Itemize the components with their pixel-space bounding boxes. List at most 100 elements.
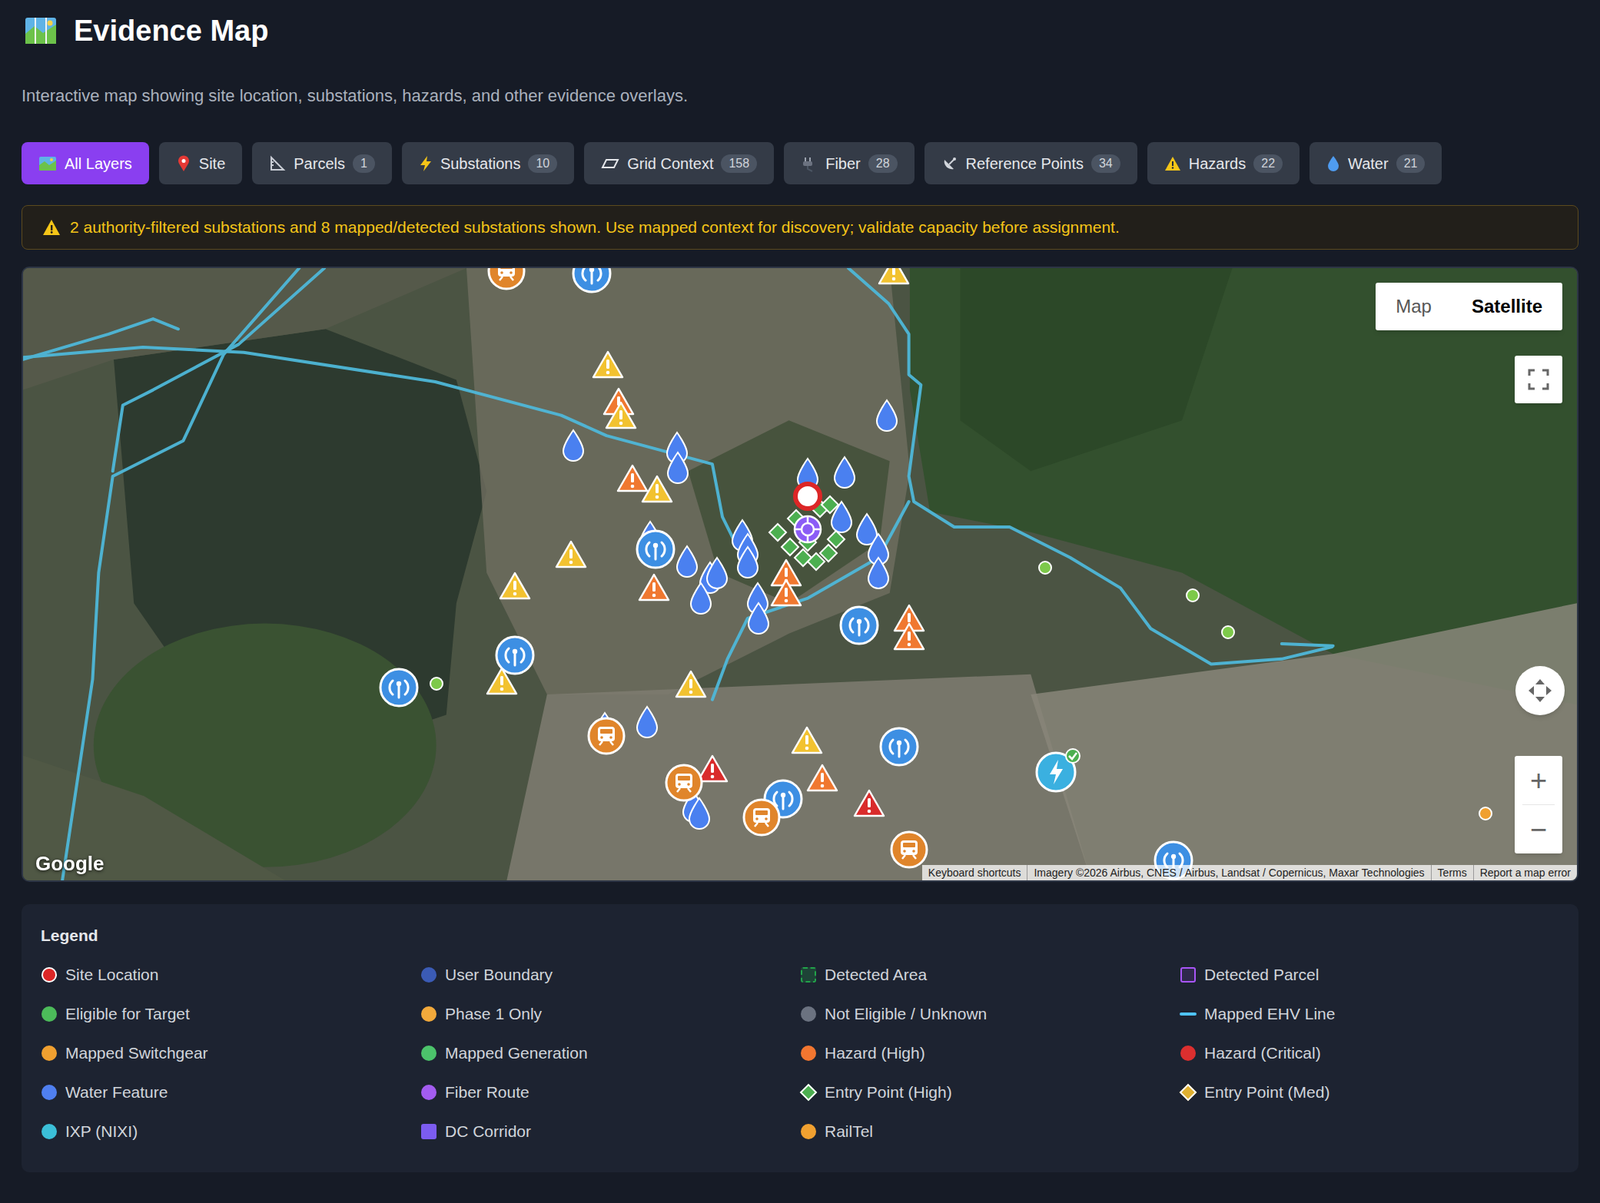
hazard-marker[interactable] xyxy=(806,763,839,794)
legend-label: Site Location xyxy=(65,965,159,986)
hazard-marker[interactable] xyxy=(674,670,708,700)
entry-marker[interactable] xyxy=(826,529,847,550)
attribution-item[interactable]: Report a map error xyxy=(1473,865,1577,881)
reference-marker[interactable] xyxy=(878,726,920,768)
water-marker[interactable] xyxy=(674,544,700,579)
layer-filter-button[interactable]: Fiber28 xyxy=(783,142,914,185)
layer-filter-button[interactable]: Hazards22 xyxy=(1147,142,1300,185)
entry-marker[interactable] xyxy=(767,522,788,543)
map-type-button[interactable]: Satellite xyxy=(1451,282,1563,331)
hazard-marker[interactable] xyxy=(554,540,588,570)
drop-icon xyxy=(1326,155,1341,173)
legend-swatch-box xyxy=(1179,1045,1197,1063)
reference-marker[interactable] xyxy=(634,528,677,571)
legend-swatch-box xyxy=(800,1045,817,1063)
legend-ring-swatch xyxy=(41,967,57,983)
legend-item: RailTel xyxy=(800,1121,1180,1142)
hazard-marker[interactable] xyxy=(892,622,926,652)
water-marker[interactable] xyxy=(704,556,730,591)
substation-marker[interactable] xyxy=(1034,747,1083,794)
dot-marker[interactable] xyxy=(1477,806,1494,822)
reference-marker[interactable] xyxy=(494,634,536,677)
railtel-marker[interactable] xyxy=(586,716,627,757)
dot-marker[interactable] xyxy=(428,676,445,692)
legend-item: IXP (NIXI) xyxy=(40,1121,421,1142)
water-marker[interactable] xyxy=(688,581,714,616)
hazard-marker[interactable] xyxy=(853,789,886,819)
site-marker[interactable] xyxy=(791,480,824,513)
water-marker[interactable] xyxy=(665,451,691,485)
map-type-button[interactable]: Map xyxy=(1375,282,1452,331)
warning-icon xyxy=(42,219,61,236)
layer-filter-button[interactable]: Site xyxy=(159,142,243,185)
water-marker[interactable] xyxy=(735,545,761,580)
hazard-marker[interactable] xyxy=(790,726,824,756)
hazard-marker[interactable] xyxy=(604,401,638,431)
legend-label: Mapped Switchgear xyxy=(65,1043,209,1064)
reference-marker[interactable] xyxy=(378,667,420,709)
hazard-marker[interactable] xyxy=(637,573,671,603)
water-icon xyxy=(634,705,660,740)
hazard-marker[interactable] xyxy=(640,474,674,505)
water-marker[interactable] xyxy=(560,428,586,463)
legend-swatch-box xyxy=(40,1123,58,1141)
drop-icon xyxy=(1326,155,1341,173)
railtel-marker[interactable] xyxy=(741,797,782,838)
filter-label: Reference Points xyxy=(965,153,1084,174)
legend-swatch-box xyxy=(1179,966,1197,984)
water-marker[interactable] xyxy=(634,705,660,740)
legend-item: Detected Area xyxy=(800,965,1180,986)
dot-marker[interactable] xyxy=(1185,587,1201,604)
filter-count-badge: 28 xyxy=(868,154,898,173)
warning-icon xyxy=(1164,156,1182,172)
reference-icon xyxy=(494,634,536,677)
legend-swatch-box xyxy=(800,1084,817,1102)
layer-filter-button[interactable]: Water21 xyxy=(1309,142,1442,185)
attribution-item[interactable]: Keyboard shortcuts xyxy=(922,865,1028,881)
attribution-item[interactable]: Terms xyxy=(1430,865,1474,881)
hazard-marker[interactable] xyxy=(616,464,649,494)
camera-control[interactable] xyxy=(1515,666,1565,716)
legend-area-swatch xyxy=(800,967,817,983)
parcel-marker[interactable] xyxy=(792,514,824,545)
legend-item: Eligible for Target xyxy=(40,1004,421,1025)
hazard-marker[interactable] xyxy=(877,266,910,286)
reference-marker[interactable] xyxy=(570,266,613,295)
railtel-marker[interactable] xyxy=(663,763,704,804)
railtel-marker[interactable] xyxy=(486,266,527,292)
satellite-imagery xyxy=(23,268,1577,881)
entry-marker[interactable] xyxy=(819,494,840,515)
dot-marker[interactable] xyxy=(1220,624,1236,641)
water-marker[interactable] xyxy=(874,398,900,433)
hazard-marker[interactable] xyxy=(591,350,625,380)
water-marker[interactable] xyxy=(832,455,857,490)
hazard-icon xyxy=(554,540,588,570)
water-marker[interactable] xyxy=(687,796,712,831)
fullscreen-button[interactable] xyxy=(1514,355,1563,404)
legend-swatch-box xyxy=(40,966,58,984)
layer-filter-button[interactable]: Grid Context158 xyxy=(584,142,774,185)
railtel-marker[interactable] xyxy=(889,829,930,870)
water-marker[interactable] xyxy=(746,601,771,636)
layer-filter-button[interactable]: All Layers xyxy=(21,142,150,185)
map[interactable]: MapSatellite + − Google Keyboard shortcu… xyxy=(21,266,1579,883)
water-icon xyxy=(735,545,761,580)
legend-dot-swatch xyxy=(800,1006,817,1023)
layer-filter-button[interactable]: Reference Points34 xyxy=(924,142,1138,185)
entry-icon xyxy=(819,494,840,515)
hazard-marker[interactable] xyxy=(770,578,803,608)
layer-filter-button[interactable]: Parcels1 xyxy=(252,142,392,185)
zoom-in-button[interactable]: + xyxy=(1514,756,1563,805)
dot-marker[interactable] xyxy=(1037,560,1053,576)
filter-count-badge: 1 xyxy=(352,154,376,173)
pin-icon xyxy=(175,155,192,173)
legend-dot-swatch xyxy=(41,1045,57,1062)
layer-filter-button[interactable]: Substations10 xyxy=(401,142,575,185)
water-marker[interactable] xyxy=(866,556,891,591)
legend-swatch-box xyxy=(1179,1005,1197,1023)
map-logo[interactable]: Google xyxy=(35,851,105,877)
hazard-marker[interactable] xyxy=(498,571,532,601)
reference-marker[interactable] xyxy=(838,604,880,647)
zoom-out-button[interactable]: − xyxy=(1514,805,1563,854)
legend-item: Entry Point (Med) xyxy=(1179,1082,1560,1103)
